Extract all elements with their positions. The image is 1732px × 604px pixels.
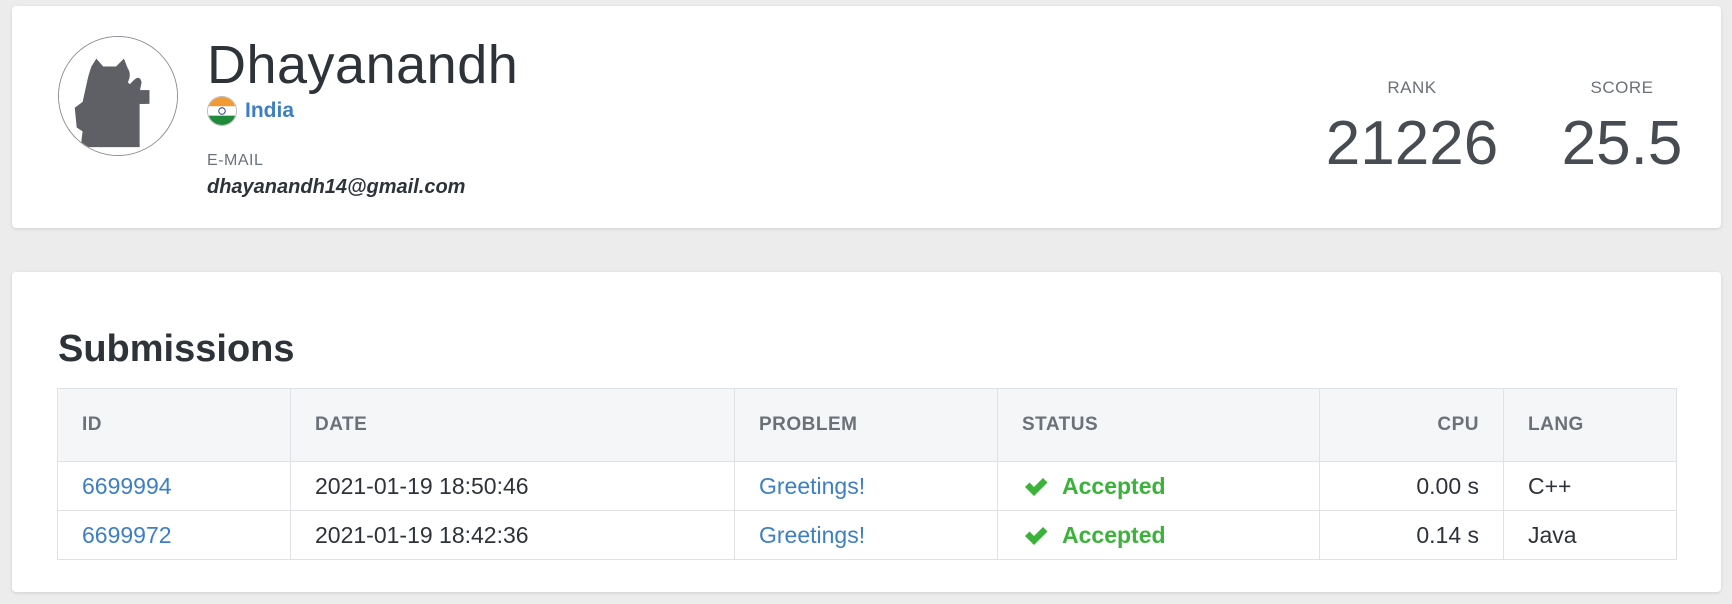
submission-date: 2021-01-19 18:50:46 — [290, 461, 735, 511]
column-header-lang: LANG — [1503, 388, 1677, 462]
submissions-title: Submissions — [58, 328, 295, 370]
language: Java — [1528, 521, 1577, 548]
rank-value: 21226 — [1325, 109, 1499, 178]
user-name: Dhayanandh — [207, 35, 519, 95]
problem-cell: Greetings! — [734, 461, 998, 511]
score-label: SCORE — [1590, 78, 1654, 97]
status-cell: Accepted — [997, 510, 1320, 560]
problem-cell: Greetings! — [734, 510, 998, 560]
table-header-row: ID DATE PROBLEM STATUS CPU LANG — [57, 388, 1677, 462]
profile-card: Dhayanandh India E-MAIL dhayanandh14@gma… — [12, 6, 1721, 228]
cpu-time: 0.00 s — [1319, 461, 1504, 511]
problem-link[interactable]: Greetings! — [759, 473, 865, 499]
submission-id-link[interactable]: 6699972 — [82, 522, 172, 548]
column-header-cpu: CPU — [1319, 388, 1504, 462]
language: C++ — [1503, 461, 1677, 511]
status-accepted: Accepted — [1062, 472, 1166, 499]
submission-date: 2021-01-19 18:42:36 — [290, 510, 735, 560]
problem-link[interactable]: Greetings! — [759, 522, 865, 548]
india-flag-icon — [207, 96, 237, 126]
table-row: 6699972 2021-01-19 18:42:36 Greetings! A… — [57, 510, 1677, 560]
table-row: 6699994 2021-01-19 18:50:46 Greetings! A… — [57, 461, 1677, 511]
country-link[interactable]: India — [245, 99, 294, 123]
rank-label: RANK — [1387, 78, 1437, 97]
column-header-problem: PROBLEM — [734, 388, 998, 462]
submission-id-cell: 6699994 — [57, 461, 291, 511]
rank-stat: RANK 21226 — [1322, 78, 1502, 179]
submission-id-link[interactable]: 6699994 — [82, 473, 172, 499]
email-label: E-MAIL — [207, 152, 264, 169]
score-stat: SCORE 25.5 — [1552, 78, 1692, 179]
column-header-status: STATUS — [997, 388, 1320, 462]
submissions-card: Submissions ID DATE PROBLEM STATUS CPU L… — [12, 272, 1721, 592]
email-value: dhayanandh14@gmail.com — [207, 176, 466, 198]
status-accepted: Accepted — [1062, 521, 1166, 548]
check-icon — [1025, 527, 1048, 545]
submissions-table: ID DATE PROBLEM STATUS CPU LANG 6699994 … — [57, 388, 1677, 560]
cat-avatar-icon — [59, 37, 177, 155]
cpu-time: 0.14 s — [1319, 510, 1504, 560]
column-header-id: ID — [57, 388, 291, 462]
check-icon — [1025, 478, 1048, 496]
submission-id-cell: 6699972 — [57, 510, 291, 560]
country-row: India — [207, 96, 294, 126]
column-header-date: DATE — [290, 388, 735, 462]
avatar — [58, 36, 178, 156]
score-value: 25.5 — [1561, 109, 1683, 178]
status-cell: Accepted — [997, 461, 1320, 511]
